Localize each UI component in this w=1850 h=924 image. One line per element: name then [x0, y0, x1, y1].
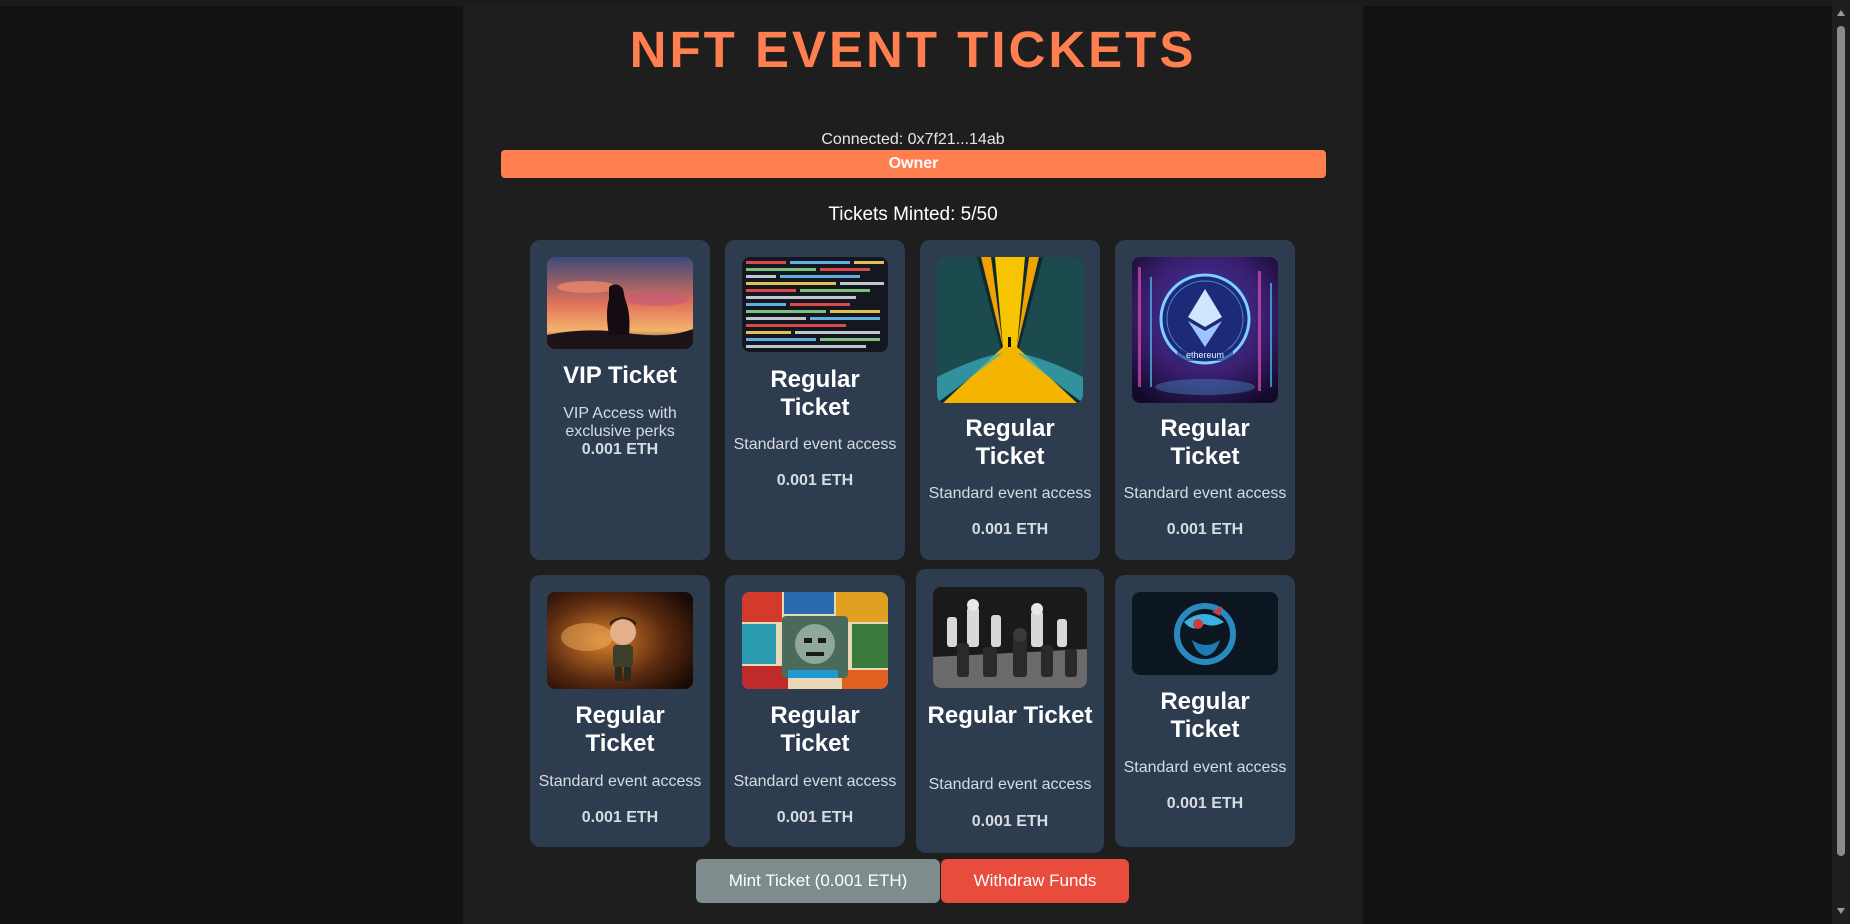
ticket-title: Regular Ticket [770, 366, 860, 421]
ticket-card[interactable]: Regular Ticket Standard event access 0.0… [920, 240, 1100, 560]
ticket-price: 0.001 ETH [971, 813, 1049, 830]
ticket-image-chess [933, 587, 1087, 688]
ticket-image-ethereum: ethereum [1132, 257, 1278, 403]
scrollbar[interactable] [1832, 0, 1850, 924]
owner-badge: Owner [501, 150, 1326, 178]
ticket-description: VIP Access with exclusive perks [563, 405, 677, 440]
ticket-price: 0.001 ETH [1166, 521, 1244, 538]
ticket-card[interactable]: Regular Ticket Standard event access 0.0… [1115, 575, 1295, 847]
scrollbar-thumb[interactable] [1837, 26, 1845, 856]
ticket-card[interactable]: Regular Ticket Standard event access 0.0… [916, 569, 1104, 853]
ethereum-image-label: ethereum [1186, 350, 1224, 360]
ticket-card[interactable]: VIP Ticket VIP Access with exclusive per… [530, 240, 710, 560]
ticket-title: Regular Ticket [770, 702, 860, 757]
ticket-description: Standard event access [733, 773, 897, 790]
ticket-description: Standard event access [733, 436, 897, 453]
withdraw-funds-button[interactable]: Withdraw Funds [941, 859, 1129, 903]
ticket-price: 0.001 ETH [776, 809, 854, 826]
ticket-image-code [742, 257, 888, 352]
scroll-down-arrow-icon[interactable] [1837, 908, 1845, 914]
ticket-title: Regular Ticket [575, 702, 665, 757]
connected-address: Connected: 0x7f21...14ab [821, 131, 1005, 148]
ticket-card[interactable]: Regular Ticket Standard event access 0.0… [725, 240, 905, 560]
scroll-up-arrow-icon[interactable] [1837, 10, 1845, 16]
ticket-card[interactable]: Regular Ticket Standard event access 0.0… [530, 575, 710, 847]
ticket-description: Standard event access [928, 776, 1092, 793]
ticket-description: Standard event access [538, 773, 702, 790]
page-title: NFT EVENT TICKETS [629, 21, 1197, 78]
ticket-title: Regular Ticket [927, 702, 1093, 729]
ticket-image-comic [742, 592, 888, 689]
ticket-description: Standard event access [928, 485, 1092, 502]
ticket-card[interactable]: ethereum Regular Ticket Standard event a… [1115, 240, 1295, 560]
ticket-title: Regular Ticket [1160, 415, 1250, 470]
ticket-image-dragon [1132, 592, 1278, 675]
mint-ticket-button[interactable]: Mint Ticket (0.001 ETH) [696, 859, 940, 903]
ticket-title: VIP Ticket [563, 362, 677, 389]
ticket-image-sunset [547, 257, 693, 349]
ticket-description: Standard event access [1123, 485, 1287, 502]
ticket-title: Regular Ticket [965, 415, 1055, 470]
ticket-description: Standard event access [1123, 759, 1287, 776]
ticket-title: Regular Ticket [1160, 688, 1250, 743]
ticket-image-tunnel [937, 257, 1083, 403]
ticket-price: 0.001 ETH [581, 441, 659, 458]
ticket-price: 0.001 ETH [776, 472, 854, 489]
ticket-price: 0.001 ETH [971, 521, 1049, 538]
ticket-price: 0.001 ETH [581, 809, 659, 826]
ticket-image-toy-figure [547, 592, 693, 689]
ticket-price: 0.001 ETH [1166, 795, 1244, 812]
tickets-minted-count: Tickets Minted: 5/50 [828, 204, 998, 225]
ticket-card[interactable]: Regular Ticket Standard event access 0.0… [725, 575, 905, 847]
